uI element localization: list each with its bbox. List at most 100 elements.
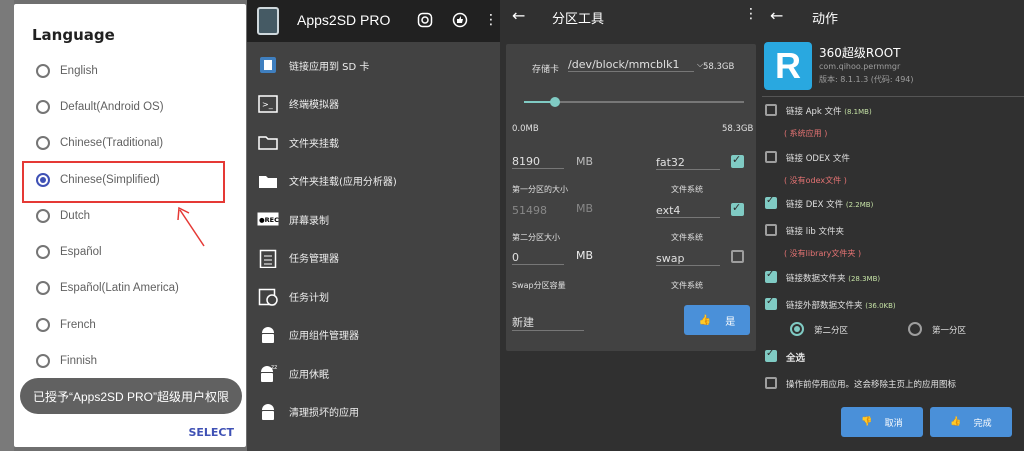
option-label: Default(Android OS) <box>60 101 164 113</box>
apk-checkbox[interactable] <box>765 104 777 116</box>
radio-icon[interactable] <box>36 245 50 259</box>
schedule-icon <box>257 285 279 307</box>
lib-checkbox[interactable] <box>765 224 777 236</box>
confirm-label: 是 <box>725 316 736 328</box>
rec-icon: ●REC <box>257 208 279 230</box>
mode-select[interactable]: 新建 <box>512 314 584 331</box>
language-option-english[interactable]: English <box>36 53 241 89</box>
lib-label: 链接 lib 文件夹 <box>786 227 845 237</box>
actions-panel: ← 动作 R 360超级ROOT com.qihoo.permmgr 版本: 8… <box>762 0 1024 451</box>
apps2sd-panel: Apps2SD PRO ⋮ 链接应用到 SD 卡 >_ 终端模拟器 文件夹挂载 … <box>247 0 500 451</box>
option-label: Chinese(Traditional) <box>60 137 164 149</box>
item-label: 应用休眠 <box>289 369 329 381</box>
first-partition-radio[interactable] <box>908 322 922 336</box>
swap-checkbox[interactable] <box>731 250 744 263</box>
app-package: com.qihoo.permmgr <box>819 62 901 71</box>
second-partition-checkbox[interactable] <box>731 201 744 216</box>
disable-app-label: 操作前停用应用。这会移除主页上的应用图标 <box>786 380 957 390</box>
select-button[interactable]: SELECT <box>188 426 234 439</box>
disable-app-checkbox[interactable] <box>765 377 777 389</box>
dex-checkbox[interactable] <box>765 195 777 209</box>
partition-card: 存储卡 /dev/block/mmcblk1 ⌵ 58.3GB 0.0MB 58… <box>506 44 756 351</box>
odex-checkbox[interactable] <box>765 151 777 163</box>
external-data-label: 链接外部数据文件夹 (36.0KB) <box>786 301 896 311</box>
highlight-box <box>22 161 225 203</box>
language-dialog: Language English Default(Android OS) Chi… <box>14 4 246 447</box>
language-option-finnish[interactable]: Finnish <box>36 343 241 379</box>
list-item[interactable]: ●REC 屏幕录制 <box>247 200 500 239</box>
radio-icon[interactable] <box>36 209 50 223</box>
app-bar: ← 动作 <box>762 0 1024 34</box>
second-partition-radio-label: 第二分区 <box>814 326 849 336</box>
second-partition-size-input[interactable]: 51498 <box>512 204 547 217</box>
list-item[interactable]: 应用组件管理器 <box>247 316 500 355</box>
select-all-checkbox[interactable] <box>765 348 777 362</box>
item-label: 清理损坏的应用 <box>289 408 359 420</box>
like-icon[interactable] <box>452 12 468 28</box>
slider-thumb[interactable] <box>549 97 560 107</box>
cancel-button[interactable]: 👎 取消 <box>841 407 923 437</box>
radio-icon[interactable] <box>36 318 50 332</box>
radio-icon[interactable] <box>36 136 50 150</box>
sd-card-icon <box>257 54 279 76</box>
more-vert-icon[interactable]: ⋮ <box>744 6 758 22</box>
list-item[interactable]: 链接应用到 SD 卡 <box>247 46 500 85</box>
divider <box>762 96 1024 97</box>
item-label: 文件夹挂载 <box>289 138 339 150</box>
back-arrow-icon[interactable]: ← <box>770 6 783 25</box>
slider-max: 58.3GB <box>722 124 754 134</box>
apps2sd-logo-icon <box>257 7 279 35</box>
language-option-chinese-traditional[interactable]: Chinese(Traditional) <box>36 125 241 161</box>
done-button[interactable]: 👍 完成 <box>930 407 1012 437</box>
language-option-espanol-latam[interactable]: Español(Latin America) <box>36 270 241 306</box>
list-item[interactable]: 文件夹挂载 <box>247 123 500 162</box>
thumb-up-icon: 👍 <box>698 314 712 326</box>
device-size: 58.3GB <box>703 62 735 72</box>
radio-icon[interactable] <box>36 100 50 114</box>
slider-min: 0.0MB <box>512 124 539 134</box>
app-version: 版本: 8.1.1.3 (代码: 494) <box>819 75 914 84</box>
second-partition-fs-select[interactable]: ext4 <box>656 204 720 218</box>
list-item[interactable]: 文件夹挂载(应用分析器) <box>247 162 500 201</box>
second-partition-label: 第二分区大小 <box>512 233 560 242</box>
device-select[interactable]: /dev/block/mmcblk1 <box>568 58 694 72</box>
svg-text:●REC: ●REC <box>259 216 279 224</box>
radio-icon[interactable] <box>36 354 50 368</box>
back-arrow-icon[interactable]: ← <box>512 6 525 25</box>
system-app-note: ( 系统应用 ) <box>784 129 828 138</box>
list-item[interactable]: 任务管理器 <box>247 239 500 278</box>
folder-app-icon <box>257 170 279 192</box>
confirm-button[interactable]: 👍 是 <box>684 305 750 335</box>
clipboard-icon <box>257 247 279 269</box>
list-item[interactable]: 清理损坏的应用 <box>247 393 500 432</box>
second-partition-radio[interactable] <box>790 322 804 336</box>
second-partition-fs-label: 文件系统 <box>671 233 703 242</box>
app-name: 360超级ROOT <box>819 46 901 60</box>
external-data-checkbox[interactable] <box>765 296 777 310</box>
first-partition-checkbox[interactable] <box>731 153 744 168</box>
list-item[interactable]: >_ 终端模拟器 <box>247 85 500 124</box>
select-all-label: 全选 <box>786 353 806 364</box>
item-label: 应用组件管理器 <box>289 331 359 343</box>
language-option-french[interactable]: French <box>36 307 241 343</box>
first-partition-fs-select[interactable]: fat32 <box>656 156 720 170</box>
more-vert-icon[interactable]: ⋮ <box>483 12 499 28</box>
list-item[interactable]: zz 应用休眠 <box>247 354 500 393</box>
swap-size-input[interactable]: 0 <box>512 251 564 265</box>
radio-icon[interactable] <box>36 281 50 295</box>
android-icon <box>257 324 279 346</box>
radio-icon[interactable] <box>36 64 50 78</box>
item-label: 文件夹挂载(应用分析器) <box>289 177 397 189</box>
list-item[interactable]: 任务计划 <box>247 277 500 316</box>
data-checkbox[interactable] <box>765 269 777 283</box>
item-label: 屏幕录制 <box>289 215 329 227</box>
language-option-default[interactable]: Default(Android OS) <box>36 89 241 125</box>
dex-label: 链接 DEX 文件 (2.2MB) <box>786 200 874 210</box>
instagram-icon[interactable] <box>417 12 433 28</box>
first-partition-size-input[interactable]: 8190 <box>512 155 564 169</box>
swap-fs-select[interactable]: swap <box>656 252 720 266</box>
size-slider[interactable] <box>524 97 744 107</box>
option-label: Dutch <box>60 210 91 222</box>
root-granted-toast: 已授予“Apps2SD PRO”超级用户权限 <box>20 378 242 414</box>
item-label: 任务计划 <box>289 292 329 304</box>
